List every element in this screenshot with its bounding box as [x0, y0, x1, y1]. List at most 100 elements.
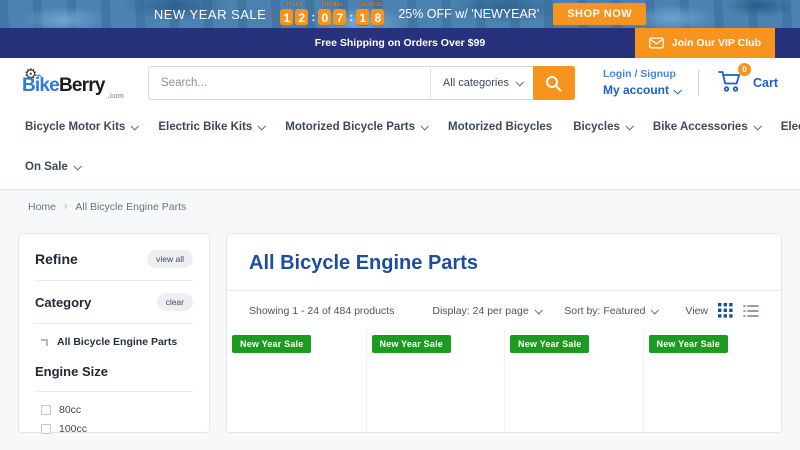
countdown-separator: : [311, 10, 316, 24]
nav-item-motorized-bicycle-parts[interactable]: Motorized Bicycle Parts [285, 121, 429, 133]
countdown-seconds-label: Seconds [358, 2, 382, 8]
search-input[interactable] [149, 67, 430, 99]
sidebar-divider [35, 280, 193, 281]
countdown-timer: Hours 1 2 : Minutes 0 7 : Seconds 1 8 [280, 2, 385, 26]
countdown-seconds: Seconds 1 8 [356, 2, 385, 26]
chevron-down-icon [673, 85, 682, 95]
filter-option-80cc[interactable]: 80cc [41, 404, 193, 416]
sort-by-dropdown[interactable]: Sort by: Featured [564, 305, 660, 317]
category-bullet-icon [41, 338, 48, 346]
my-account-label: My account [602, 82, 669, 97]
grid-view-button[interactable] [718, 303, 733, 318]
sale-badge: New Year Sale [510, 335, 590, 353]
countdown-digit: 1 [280, 9, 294, 26]
sale-banner: NEW YEAR SALE Hours 1 2 : Minutes 0 7 : … [0, 0, 800, 28]
shop-now-button[interactable]: SHOP NOW [553, 3, 647, 25]
mail-icon [649, 37, 664, 49]
sale-offer-text: 25% OFF w/ 'NEWYEAR' [398, 7, 540, 21]
listing-toolbar: Showing 1 - 24 of 484 products Display: … [227, 291, 781, 330]
page-title: All Bicycle Engine Parts [249, 252, 478, 274]
sidebar-divider [35, 323, 193, 324]
nav-item-electric-bike-kits[interactable]: Electric Bike Kits [158, 121, 267, 133]
breadcrumb-home-link[interactable]: Home [28, 201, 56, 213]
product-card[interactable]: New Year Sale [642, 330, 781, 432]
view-toggle: View [685, 303, 759, 318]
chevron-down-icon [650, 305, 660, 315]
nav-item-bike-accessories[interactable]: Bike Accessories [653, 121, 762, 133]
checkbox-icon[interactable] [41, 424, 51, 434]
nav-item-bicycle-motor-kits[interactable]: Bicycle Motor Kits [25, 121, 140, 133]
product-card[interactable]: New Year Sale [365, 330, 504, 432]
grid-view-icon [718, 303, 733, 318]
filter-title-engine-size: Engine Size [35, 364, 108, 379]
logo-tld: .com [107, 92, 124, 100]
filter-sidebar: Refine view all Category clear All Bicyc… [18, 233, 210, 435]
search-bar: All categories [148, 66, 575, 100]
category-title: Category [35, 294, 92, 310]
join-vip-club-button[interactable]: Join Our VIP Club [634, 28, 775, 58]
view-all-button[interactable]: view all [147, 250, 193, 268]
product-grid: New Year Sale New Year Sale New Year Sal… [227, 330, 781, 432]
sale-banner-title: NEW YEAR SALE [153, 6, 267, 22]
cart-count-badge: 0 [737, 62, 751, 76]
nav-item-on-sale[interactable]: On Sale [25, 161, 82, 173]
chevron-down-icon [257, 121, 267, 131]
chevron-down-icon [625, 121, 634, 131]
login-signup-link[interactable]: Login / Signup [603, 67, 680, 82]
announcement-bar: Free Shipping on Orders Over $99 Join Ou… [0, 28, 800, 58]
filter-option-100cc[interactable]: 100cc [41, 423, 193, 435]
countdown-digit: 7 [333, 9, 347, 26]
countdown-digit: 1 [356, 9, 370, 26]
countdown-separator: : [349, 10, 354, 24]
nav-row-secondary: On Sale [25, 145, 775, 189]
chevron-down-icon [515, 78, 524, 87]
join-vip-club-label: Join Our VIP Club [671, 37, 761, 49]
countdown-hours-label: Hours [286, 2, 303, 8]
display-per-page-dropdown[interactable]: Display: 24 per page [432, 305, 543, 317]
header-divider [697, 70, 699, 96]
account-area: Login / Signup My account [602, 67, 682, 100]
chevron-down-icon [534, 305, 543, 315]
category-selector-value: All categories [442, 77, 509, 89]
breadcrumb: Home › All Bicycle Engine Parts [0, 190, 800, 223]
chevron-down-icon [420, 121, 429, 131]
chevron-down-icon [753, 121, 762, 131]
category-selector[interactable]: All categories [429, 67, 534, 99]
page-content: Refine view all Category clear All Bicyc… [0, 223, 800, 435]
nav-row-primary: Bicycle Motor Kits Electric Bike Kits Mo… [25, 108, 800, 145]
clear-button[interactable]: clear [156, 293, 193, 311]
nav-item-motorized-bicycles[interactable]: Motorized Bicycles [448, 121, 552, 133]
chevron-down-icon [130, 121, 140, 131]
nav-item-electric-bikes[interactable]: Electric Bikes [781, 121, 800, 133]
view-label: View [685, 304, 708, 317]
countdown-hours: Hours 1 2 [280, 2, 309, 26]
countdown-minutes: Minutes 0 7 [318, 2, 347, 26]
sale-badge: New Year Sale [648, 335, 728, 353]
nav-item-bicycles[interactable]: Bicycles [573, 121, 634, 133]
product-listing: All Bicycle Engine Parts Showing 1 - 24 … [226, 233, 782, 433]
countdown-minutes-label: Minutes [321, 2, 343, 8]
countdown-digit: 2 [295, 9, 309, 26]
product-card[interactable]: New Year Sale [227, 330, 366, 432]
list-view-icon [743, 304, 759, 317]
sidebar-divider [35, 391, 193, 392]
main-navigation: Bicycle Motor Kits Electric Bike Kits Mo… [0, 108, 800, 190]
list-view-button[interactable] [743, 304, 759, 318]
site-header: ⚙⌁ BikeBerry .com All categories Login /… [0, 58, 800, 108]
sale-badge: New Year Sale [371, 335, 451, 353]
search-button[interactable] [532, 66, 575, 100]
breadcrumb-current: All Bicycle Engine Parts [75, 200, 187, 213]
cart-button[interactable]: 0 Cart [717, 62, 778, 98]
free-shipping-text: Free Shipping on Orders Over $99 [314, 37, 486, 49]
cart-label: Cart [752, 76, 778, 90]
results-count: Showing 1 - 24 of 484 products [249, 304, 395, 317]
chevron-down-icon [73, 162, 82, 171]
search-icon [546, 75, 562, 91]
bikeberry-logo[interactable]: ⚙⌁ BikeBerry .com [22, 67, 130, 100]
checkbox-icon[interactable] [41, 405, 51, 415]
countdown-digit: 0 [318, 9, 332, 26]
product-card[interactable]: New Year Sale [504, 330, 643, 432]
breadcrumb-separator: › [64, 201, 68, 212]
my-account-menu[interactable]: My account [602, 82, 682, 99]
category-item-all-bicycle-engine-parts[interactable]: All Bicycle Engine Parts [41, 336, 193, 348]
